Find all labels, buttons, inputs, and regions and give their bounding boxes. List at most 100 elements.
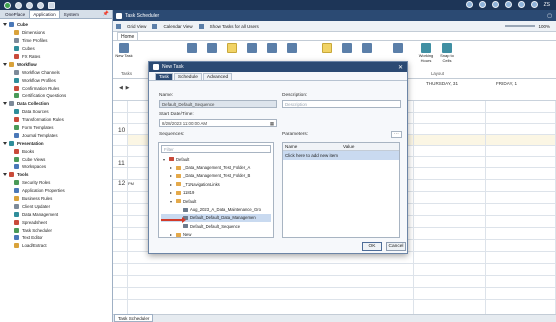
forward-icon[interactable]	[26, 1, 33, 9]
nav-section[interactable]: Tools	[0, 171, 112, 179]
ok-button[interactable]: OK	[362, 242, 382, 251]
expand-icon[interactable]	[3, 102, 7, 106]
show-tasks-button[interactable]: Show Tasks for all Users	[210, 24, 259, 29]
sequence-tree-item[interactable]: ▸ New	[161, 231, 271, 239]
refresh-icon[interactable]	[37, 1, 44, 9]
snap-to-cells-button[interactable]: Snap to Cells	[437, 41, 457, 63]
tab-schedule[interactable]: Schedule	[173, 73, 202, 80]
nav-item[interactable]: Data Management	[0, 210, 112, 218]
sequence-tree-item[interactable]: ▾ Default	[161, 155, 271, 163]
cancel-button[interactable]: Cancel	[386, 242, 406, 251]
ribbon-button-g[interactable]	[318, 41, 336, 54]
expand-icon[interactable]: ▸	[170, 232, 174, 237]
expand-icon[interactable]: ▸	[170, 182, 174, 187]
sequence-tree-item[interactable]: Aug_2023_A_Data_Maintenance_Gro	[161, 205, 271, 213]
tab-system[interactable]: System	[61, 11, 82, 18]
grid-view-button[interactable]: Grid View	[127, 24, 146, 29]
close-icon[interactable]: ✕	[398, 64, 403, 71]
expand-icon[interactable]	[3, 23, 7, 27]
add-parameter-row[interactable]: Click here to add new item	[283, 151, 399, 160]
back-icon[interactable]	[15, 1, 22, 9]
nav-item[interactable]: Transformation Rules	[0, 116, 112, 124]
expand-icon[interactable]: ▸	[170, 173, 174, 178]
nav-item[interactable]: Cube Views	[0, 155, 112, 163]
expand-icon[interactable]: ▾	[163, 157, 167, 162]
sequence-tree-item[interactable]: ▸ _Data_Management_Test_Folder_B	[161, 172, 271, 180]
ribbon-button-h[interactable]	[338, 41, 356, 54]
working-hours-button[interactable]: Working Hours	[415, 41, 437, 63]
pin-icon[interactable]: 📌	[103, 10, 109, 18]
sequence-tree-item[interactable]: ▸ _Data_Management_Test_Folder_A	[161, 163, 271, 171]
nav-item[interactable]: Time Profiles	[0, 37, 112, 45]
ribbon-button-f[interactable]	[283, 41, 301, 54]
nav-section[interactable]: Data Collection	[0, 100, 112, 108]
expand-icon[interactable]	[3, 141, 7, 145]
nav-item[interactable]: Cubes	[0, 45, 112, 53]
user-initials[interactable]: ZS	[544, 2, 550, 8]
name-field[interactable]: Default_Default_Sequence	[159, 100, 277, 108]
nav-item[interactable]: Client Updater	[0, 202, 112, 210]
nav-item[interactable]: Certification Questions	[0, 92, 112, 100]
lock-icon[interactable]	[491, 1, 499, 8]
tab-oneplace[interactable]: OnePlace	[2, 11, 28, 18]
ribbon-button-d[interactable]	[243, 41, 261, 54]
nav-item[interactable]: Business Rules	[0, 195, 112, 203]
expand-icon[interactable]	[3, 62, 7, 66]
nav-item[interactable]: Load/Extract	[0, 242, 112, 250]
user-icon[interactable]	[465, 1, 473, 8]
sequence-tree-item[interactable]: ▸ _T1NavigationLinks	[161, 180, 271, 188]
grid-icon[interactable]	[48, 1, 55, 9]
home-icon[interactable]	[4, 1, 11, 9]
nav-section[interactable]: Presentation	[0, 139, 112, 147]
nav-item[interactable]: Security Roles	[0, 179, 112, 187]
nav-item[interactable]: Workflow Channels	[0, 68, 112, 76]
ribbon-button-b[interactable]	[203, 41, 221, 54]
sequence-tree-item[interactable]: ▾ Default	[161, 197, 271, 205]
show-tasks-icon[interactable]	[198, 23, 204, 29]
nav-item[interactable]: Text Editor	[0, 234, 112, 242]
calendar-nav-arrows[interactable]: ◀ ▶	[119, 85, 129, 91]
bottom-tab-task-scheduler[interactable]: Task Scheduler	[114, 314, 154, 322]
nav-item[interactable]: FX Rates	[0, 53, 112, 61]
zoom-slider[interactable]	[505, 25, 536, 27]
expand-icon[interactable]: ▸	[170, 165, 174, 170]
nav-item[interactable]: Dimensions	[0, 29, 112, 37]
ribbon-button-e[interactable]	[263, 41, 281, 54]
sequence-tree-item[interactable]: ▸ 11819	[161, 189, 271, 197]
logout-icon[interactable]	[530, 1, 538, 8]
nav-item[interactable]: Application Properties	[0, 187, 112, 195]
grid-view-icon[interactable]	[116, 23, 121, 29]
start-datetime-field[interactable]: 8/28/2023 11:00:00 AM ▦	[159, 119, 277, 127]
parameters-menu-button[interactable]: ···	[391, 131, 402, 138]
users-icon[interactable]	[478, 1, 486, 8]
nav-section[interactable]: Cube	[0, 21, 112, 29]
tab-task[interactable]: Task	[155, 73, 173, 80]
nav-item[interactable]: Workflow Profiles	[0, 76, 112, 84]
ribbon-button-a[interactable]	[183, 41, 201, 54]
sequences-filter-input[interactable]: Filter	[161, 145, 271, 153]
ribbon-button-i[interactable]	[358, 41, 376, 54]
calendar-picker-icon[interactable]: ▦	[270, 120, 274, 126]
sequence-tree-item[interactable]: Default_Default_Sequence	[161, 222, 271, 230]
description-field[interactable]: Description	[282, 100, 401, 108]
new-task-button[interactable]: New Task	[115, 41, 133, 59]
nav-item[interactable]: Spreadsheet	[0, 218, 112, 226]
expand-icon[interactable]	[3, 173, 7, 177]
nav-item[interactable]: Form Templates	[0, 124, 112, 132]
ribbon-button-c[interactable]	[223, 41, 241, 54]
nav-item[interactable]: Data Sources	[0, 108, 112, 116]
tab-application[interactable]: Application	[29, 10, 60, 18]
nav-item[interactable]: Books	[0, 147, 112, 155]
window-controls[interactable]: ▢	[547, 13, 552, 19]
help-icon[interactable]	[517, 1, 525, 8]
expand-icon[interactable]: ▾	[170, 199, 174, 204]
nav-item[interactable]: Confirmation Rules	[0, 84, 112, 92]
tab-home[interactable]: Home	[117, 32, 139, 40]
nav-section[interactable]: Workflow	[0, 60, 112, 68]
ribbon-button-j[interactable]	[389, 41, 407, 54]
nav-item[interactable]: Journal Templates	[0, 131, 112, 139]
notification-icon[interactable]	[504, 1, 512, 8]
nav-item[interactable]: Workspaces	[0, 163, 112, 171]
calendar-view-button[interactable]: Calendar View	[163, 24, 192, 29]
nav-item[interactable]: Task Scheduler	[0, 226, 112, 234]
